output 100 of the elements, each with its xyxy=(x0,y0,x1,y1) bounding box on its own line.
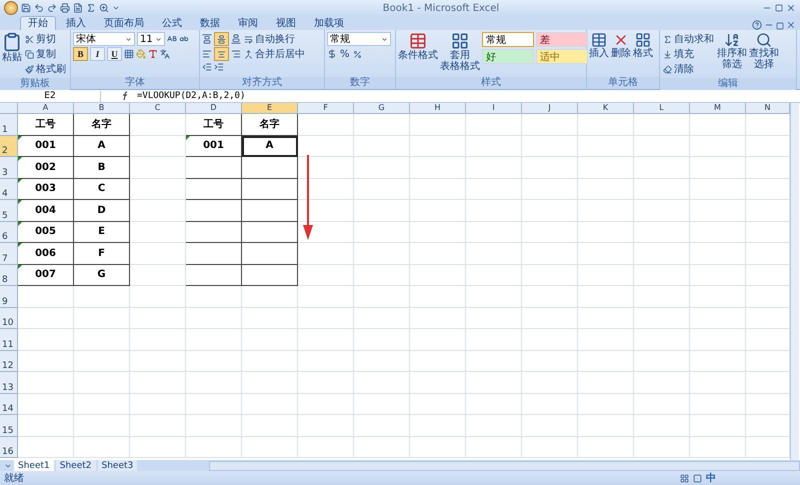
row-header[interactable]: 6 xyxy=(0,222,18,243)
cell-style-option[interactable]: 适中 xyxy=(536,49,588,64)
column-header[interactable]: I xyxy=(466,103,522,114)
row-header[interactable]: 16 xyxy=(0,436,18,458)
merge-center-button[interactable]: 合并后居中 xyxy=(243,47,306,61)
insert-button[interactable]: 插入 xyxy=(589,32,609,75)
table-cell[interactable]: 工号 xyxy=(186,114,242,136)
sheet-tab[interactable]: Sheet2 xyxy=(56,460,96,471)
table-cell[interactable]: 001 xyxy=(186,136,242,157)
sheet-tab[interactable]: Sheet3 xyxy=(98,460,138,471)
column-header[interactable]: C xyxy=(130,103,186,114)
table-cell[interactable]: D xyxy=(74,200,130,222)
table-cell[interactable]: 006 xyxy=(18,243,74,264)
cell-style-option[interactable]: 好 xyxy=(482,49,534,64)
row-header[interactable]: 12 xyxy=(0,350,18,372)
clear-button[interactable]: 清除 xyxy=(662,62,715,76)
cut-button[interactable]: 剪切 xyxy=(24,32,67,46)
table-cell[interactable] xyxy=(242,157,298,178)
table-cell[interactable]: 003 xyxy=(18,178,74,200)
table-cell[interactable]: A xyxy=(74,136,130,157)
column-header[interactable]: F xyxy=(298,103,354,114)
sort-filter-button[interactable]: 排序和 筛选 xyxy=(717,32,747,76)
table-cell[interactable]: 名字 xyxy=(74,114,130,136)
delete-button[interactable]: 删除 xyxy=(611,32,631,75)
number-format-field[interactable]: 常规 xyxy=(327,32,391,46)
row-header[interactable]: 1 xyxy=(0,114,18,136)
table-cell[interactable] xyxy=(186,243,242,264)
row-header[interactable]: 4 xyxy=(0,178,18,200)
font-name-field[interactable]: 宋体 xyxy=(73,32,135,46)
table-cell[interactable]: 005 xyxy=(18,222,74,243)
ribbon-tab[interactable]: 审阅 xyxy=(230,16,266,30)
row-header[interactable]: 7 xyxy=(0,243,18,264)
format-painter-button[interactable]: 格式刷 xyxy=(24,62,67,76)
row-header[interactable]: 10 xyxy=(0,308,18,329)
find-select-button[interactable]: 查找和 选择 xyxy=(749,32,779,76)
office-button[interactable] xyxy=(4,1,18,15)
table-cell[interactable] xyxy=(242,243,298,264)
ime-indicator[interactable]: 中 xyxy=(706,471,716,485)
table-cell[interactable] xyxy=(186,222,242,243)
table-cell[interactable]: 007 xyxy=(18,264,74,286)
table-cell[interactable] xyxy=(186,200,242,222)
column-header[interactable]: K xyxy=(578,103,634,114)
table-cell[interactable]: G xyxy=(74,264,130,286)
table-cell[interactable] xyxy=(242,178,298,200)
ribbon-tab[interactable]: 视图 xyxy=(268,16,304,30)
ribbon-tab[interactable]: 数据 xyxy=(192,16,228,30)
table-cell[interactable]: 002 xyxy=(18,157,74,178)
row-header[interactable]: 14 xyxy=(0,394,18,415)
column-header[interactable]: N xyxy=(746,103,790,114)
row-header[interactable]: 5 xyxy=(0,200,18,222)
column-header[interactable]: D xyxy=(186,103,242,114)
ribbon-tab[interactable]: 开始 xyxy=(20,16,56,30)
table-cell[interactable]: 名字 xyxy=(242,114,298,136)
table-cell[interactable] xyxy=(242,264,298,286)
vertical-scrollbar[interactable] xyxy=(790,103,799,460)
table-cell[interactable]: C xyxy=(74,178,130,200)
column-header[interactable]: M xyxy=(690,103,746,114)
formula-text[interactable]: =VLOOKUP(D2,A:B,2,0) xyxy=(137,91,246,101)
row-header[interactable]: 9 xyxy=(0,286,18,308)
italic-button[interactable]: I xyxy=(90,47,105,61)
ribbon-tab[interactable]: 公式 xyxy=(154,16,190,30)
percent-button[interactable]: % xyxy=(339,47,351,61)
font-size-field[interactable]: 11 xyxy=(137,32,165,46)
fill-button[interactable]: 填充 xyxy=(662,47,715,61)
row-header[interactable]: 13 xyxy=(0,372,18,394)
row-header[interactable]: 15 xyxy=(0,415,18,436)
ribbon-tab[interactable]: 插入 xyxy=(58,16,94,30)
column-header[interactable]: A xyxy=(18,103,74,114)
column-header[interactable]: G xyxy=(354,103,410,114)
column-header[interactable]: H xyxy=(410,103,466,114)
row-header[interactable]: 2 xyxy=(0,136,18,157)
ribbon-tab[interactable]: 加载项 xyxy=(306,16,352,30)
row-header[interactable]: 8 xyxy=(0,264,18,286)
ribbon-tab[interactable]: 页面布局 xyxy=(96,16,152,30)
format-button[interactable]: 格式 xyxy=(633,32,653,75)
table-cell[interactable] xyxy=(186,264,242,286)
table-cell[interactable]: E xyxy=(74,222,130,243)
row-header[interactable]: 3 xyxy=(0,157,18,178)
column-header[interactable]: J xyxy=(522,103,578,114)
align-middle-button[interactable] xyxy=(214,32,229,46)
row-header[interactable]: 11 xyxy=(0,329,18,350)
sheet-tab[interactable]: Sheet1 xyxy=(14,460,54,471)
align-center-button[interactable] xyxy=(214,47,229,61)
table-cell[interactable] xyxy=(242,200,298,222)
wrap-text-button[interactable]: 自动换行 xyxy=(243,32,296,46)
table-cell[interactable]: A xyxy=(242,136,298,157)
column-header[interactable]: L xyxy=(634,103,690,114)
bold-button[interactable]: B xyxy=(73,47,88,61)
table-cell[interactable]: 001 xyxy=(18,136,74,157)
column-header[interactable]: B xyxy=(74,103,130,114)
table-cell[interactable]: F xyxy=(74,243,130,264)
horizontal-scrollbar[interactable] xyxy=(209,460,800,470)
table-cell[interactable] xyxy=(186,178,242,200)
table-cell[interactable]: 004 xyxy=(18,200,74,222)
table-cell[interactable]: B xyxy=(74,157,130,178)
table-format-button[interactable]: 套用 表格格式 xyxy=(440,32,480,75)
underline-button[interactable]: U xyxy=(107,47,122,61)
autosum-button[interactable]: 自动求和 xyxy=(662,32,715,46)
table-cell[interactable] xyxy=(242,222,298,243)
name-box[interactable]: E2 xyxy=(0,90,101,102)
